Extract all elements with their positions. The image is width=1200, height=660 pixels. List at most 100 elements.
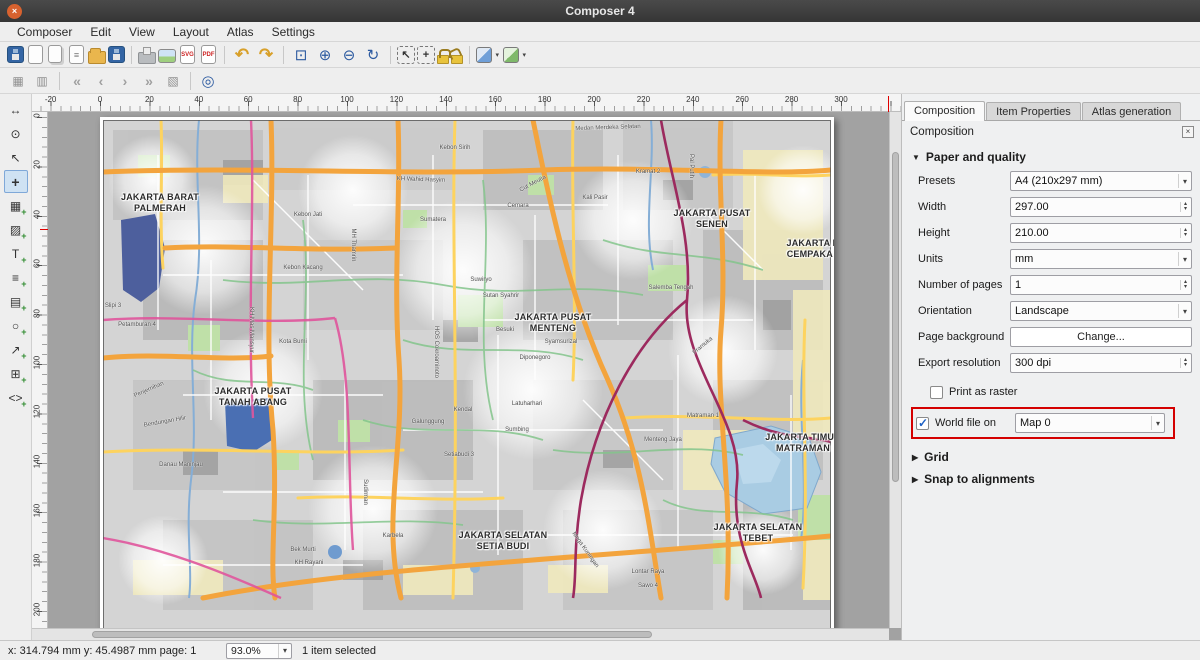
zoom-full-icon[interactable]: ⊡ <box>290 44 312 66</box>
presets-row: Presets A4 (210x297 mm) <box>918 170 1192 192</box>
window-close-button[interactable] <box>7 4 22 19</box>
add-legend-icon[interactable]: ≡ <box>4 266 28 289</box>
width-spinbox[interactable]: 297.00 <box>1010 197 1192 217</box>
redo-icon[interactable]: ↷ <box>255 44 277 66</box>
jakarta-map-item[interactable] <box>103 120 831 633</box>
add-arrow-icon[interactable]: ↗ <box>4 338 28 361</box>
refresh-view-icon[interactable]: ↻ <box>362 44 384 66</box>
add-html-icon[interactable]: <> <box>4 386 28 409</box>
guides-icon[interactable]: ▦ <box>7 70 29 92</box>
selection-status: 1 item selected <box>302 645 376 657</box>
ruler-label: 100 <box>33 353 42 373</box>
world-file-checkbox[interactable] <box>916 417 929 430</box>
ruler-label: 60 <box>237 95 259 104</box>
composer-manager-icon[interactable]: ≡ <box>69 45 84 64</box>
number-of-pages-row: Number of pages 1 <box>918 274 1192 296</box>
add-shape-icon[interactable]: ○ <box>4 314 28 337</box>
horizontal-scrollbar-thumb[interactable] <box>92 631 652 638</box>
composition-canvas[interactable]: -200204060801001201401601802002202402602… <box>32 94 901 640</box>
print-icon[interactable] <box>138 52 156 64</box>
tab-item-properties[interactable]: Item Properties <box>986 102 1081 120</box>
panel-title: Composition <box>910 126 974 138</box>
zoom-in-icon[interactable]: ⊕ <box>314 44 336 66</box>
atlas-settings-icon[interactable]: ◎ <box>197 70 219 92</box>
ruler-label: 140 <box>435 95 457 104</box>
select-items-icon[interactable]: ↖ <box>397 46 415 64</box>
align-items-icon[interactable]: ▾ <box>503 47 519 63</box>
tab-atlas-generation[interactable]: Atlas generation <box>1082 102 1182 120</box>
unlock-items-icon[interactable] <box>451 55 463 64</box>
smart-guides-icon[interactable]: ▥ <box>31 70 53 92</box>
zoom-out-icon[interactable]: ⊖ <box>338 44 360 66</box>
orientation-select[interactable]: Landscape <box>1010 301 1192 321</box>
spin-arrows-icon[interactable] <box>1180 280 1187 290</box>
ruler-label: 80 <box>33 303 42 323</box>
section-grid[interactable]: Grid <box>912 450 1192 464</box>
atlas-last-feature-icon[interactable]: » <box>138 70 160 92</box>
add-map-icon[interactable]: ▦ <box>4 194 28 217</box>
save-project-icon[interactable] <box>7 46 24 63</box>
menu-settings[interactable]: Settings <box>263 23 324 41</box>
toolbar-separator <box>224 46 225 64</box>
select-move-item-icon[interactable]: ↖ <box>4 146 28 169</box>
units-select[interactable]: mm <box>1010 249 1192 269</box>
zoom-level-select[interactable]: 93.0% <box>226 643 292 659</box>
page-background-change-button[interactable]: Change... <box>1010 327 1192 347</box>
export-image-icon[interactable] <box>158 49 176 63</box>
height-spinbox[interactable]: 210.00 <box>1010 223 1192 243</box>
add-scalebar-icon[interactable]: ▤ <box>4 290 28 313</box>
add-image-icon[interactable]: ▨ <box>4 218 28 241</box>
horizontal-scrollbar[interactable] <box>32 628 889 640</box>
presets-select[interactable]: A4 (210x297 mm) <box>1010 171 1192 191</box>
spin-arrows-icon[interactable] <box>1180 228 1187 238</box>
ruler-label: 60 <box>33 254 42 274</box>
move-item-content-icon[interactable]: + <box>4 170 28 193</box>
spin-arrows-icon[interactable] <box>1180 358 1187 368</box>
move-item-icon[interactable]: + <box>417 46 435 64</box>
atlas-preview-icon[interactable]: ▧ <box>162 70 184 92</box>
chevron-down-icon <box>1151 416 1160 430</box>
atlas-previous-feature-icon[interactable]: ‹ <box>90 70 112 92</box>
vertical-scrollbar[interactable] <box>889 112 901 628</box>
menu-composer[interactable]: Composer <box>8 23 81 41</box>
undo-icon[interactable]: ↶ <box>231 44 253 66</box>
toolbar-separator <box>190 72 191 90</box>
ruler-label: 260 <box>731 95 753 104</box>
lock-items-icon[interactable] <box>437 55 449 64</box>
atlas-next-feature-icon[interactable]: › <box>114 70 136 92</box>
save-as-template-icon[interactable] <box>108 46 125 63</box>
spin-arrows-icon[interactable] <box>1180 202 1187 212</box>
number-of-pages-spinbox[interactable]: 1 <box>1010 275 1192 295</box>
raise-items-icon[interactable]: ▾ <box>476 47 492 63</box>
panel-close-icon[interactable] <box>1182 126 1194 138</box>
pan-tool-icon[interactable]: ↔ <box>4 98 28 121</box>
export-resolution-spinbox[interactable]: 300 dpi <box>1010 353 1192 373</box>
section-snap-to-alignments[interactable]: Snap to alignments <box>912 472 1192 486</box>
duplicate-composer-icon[interactable] <box>48 45 62 63</box>
vertical-scrollbar-thumb[interactable] <box>892 152 899 482</box>
zoom-tool-icon[interactable]: ⊙ <box>4 122 28 145</box>
export-pdf-icon[interactable]: PDF <box>201 45 216 64</box>
units-row: Units mm <box>918 248 1192 270</box>
world-file-map-select[interactable]: Map 0 <box>1015 413 1165 433</box>
atlas-first-feature-icon[interactable]: « <box>66 70 88 92</box>
ruler-label: 180 <box>534 95 556 104</box>
panel-header: Composition <box>902 121 1200 142</box>
export-svg-icon[interactable]: SVG <box>180 45 195 64</box>
composition-page[interactable]: JAKARTA BARATPALMERAHJAKARTA PUSATSENENJ… <box>100 117 834 636</box>
orientation-row: Orientation Landscape <box>918 300 1192 322</box>
menu-atlas[interactable]: Atlas <box>218 23 263 41</box>
tab-composition[interactable]: Composition <box>904 101 985 121</box>
section-paper-and-quality[interactable]: Paper and quality <box>912 150 1192 164</box>
ruler-label: 120 <box>385 95 407 104</box>
menu-edit[interactable]: Edit <box>81 23 120 41</box>
add-attribute-table-icon[interactable]: ⊞ <box>4 362 28 385</box>
new-composer-icon[interactable] <box>28 45 43 64</box>
add-label-icon[interactable]: T <box>4 242 28 265</box>
menu-layout[interactable]: Layout <box>164 23 218 41</box>
print-as-raster-checkbox[interactable] <box>930 386 943 399</box>
panel-tabbar: Composition Item Properties Atlas genera… <box>902 100 1200 121</box>
cursor-y-marker <box>40 229 48 230</box>
load-from-template-icon[interactable] <box>88 51 106 64</box>
menu-view[interactable]: View <box>120 23 164 41</box>
